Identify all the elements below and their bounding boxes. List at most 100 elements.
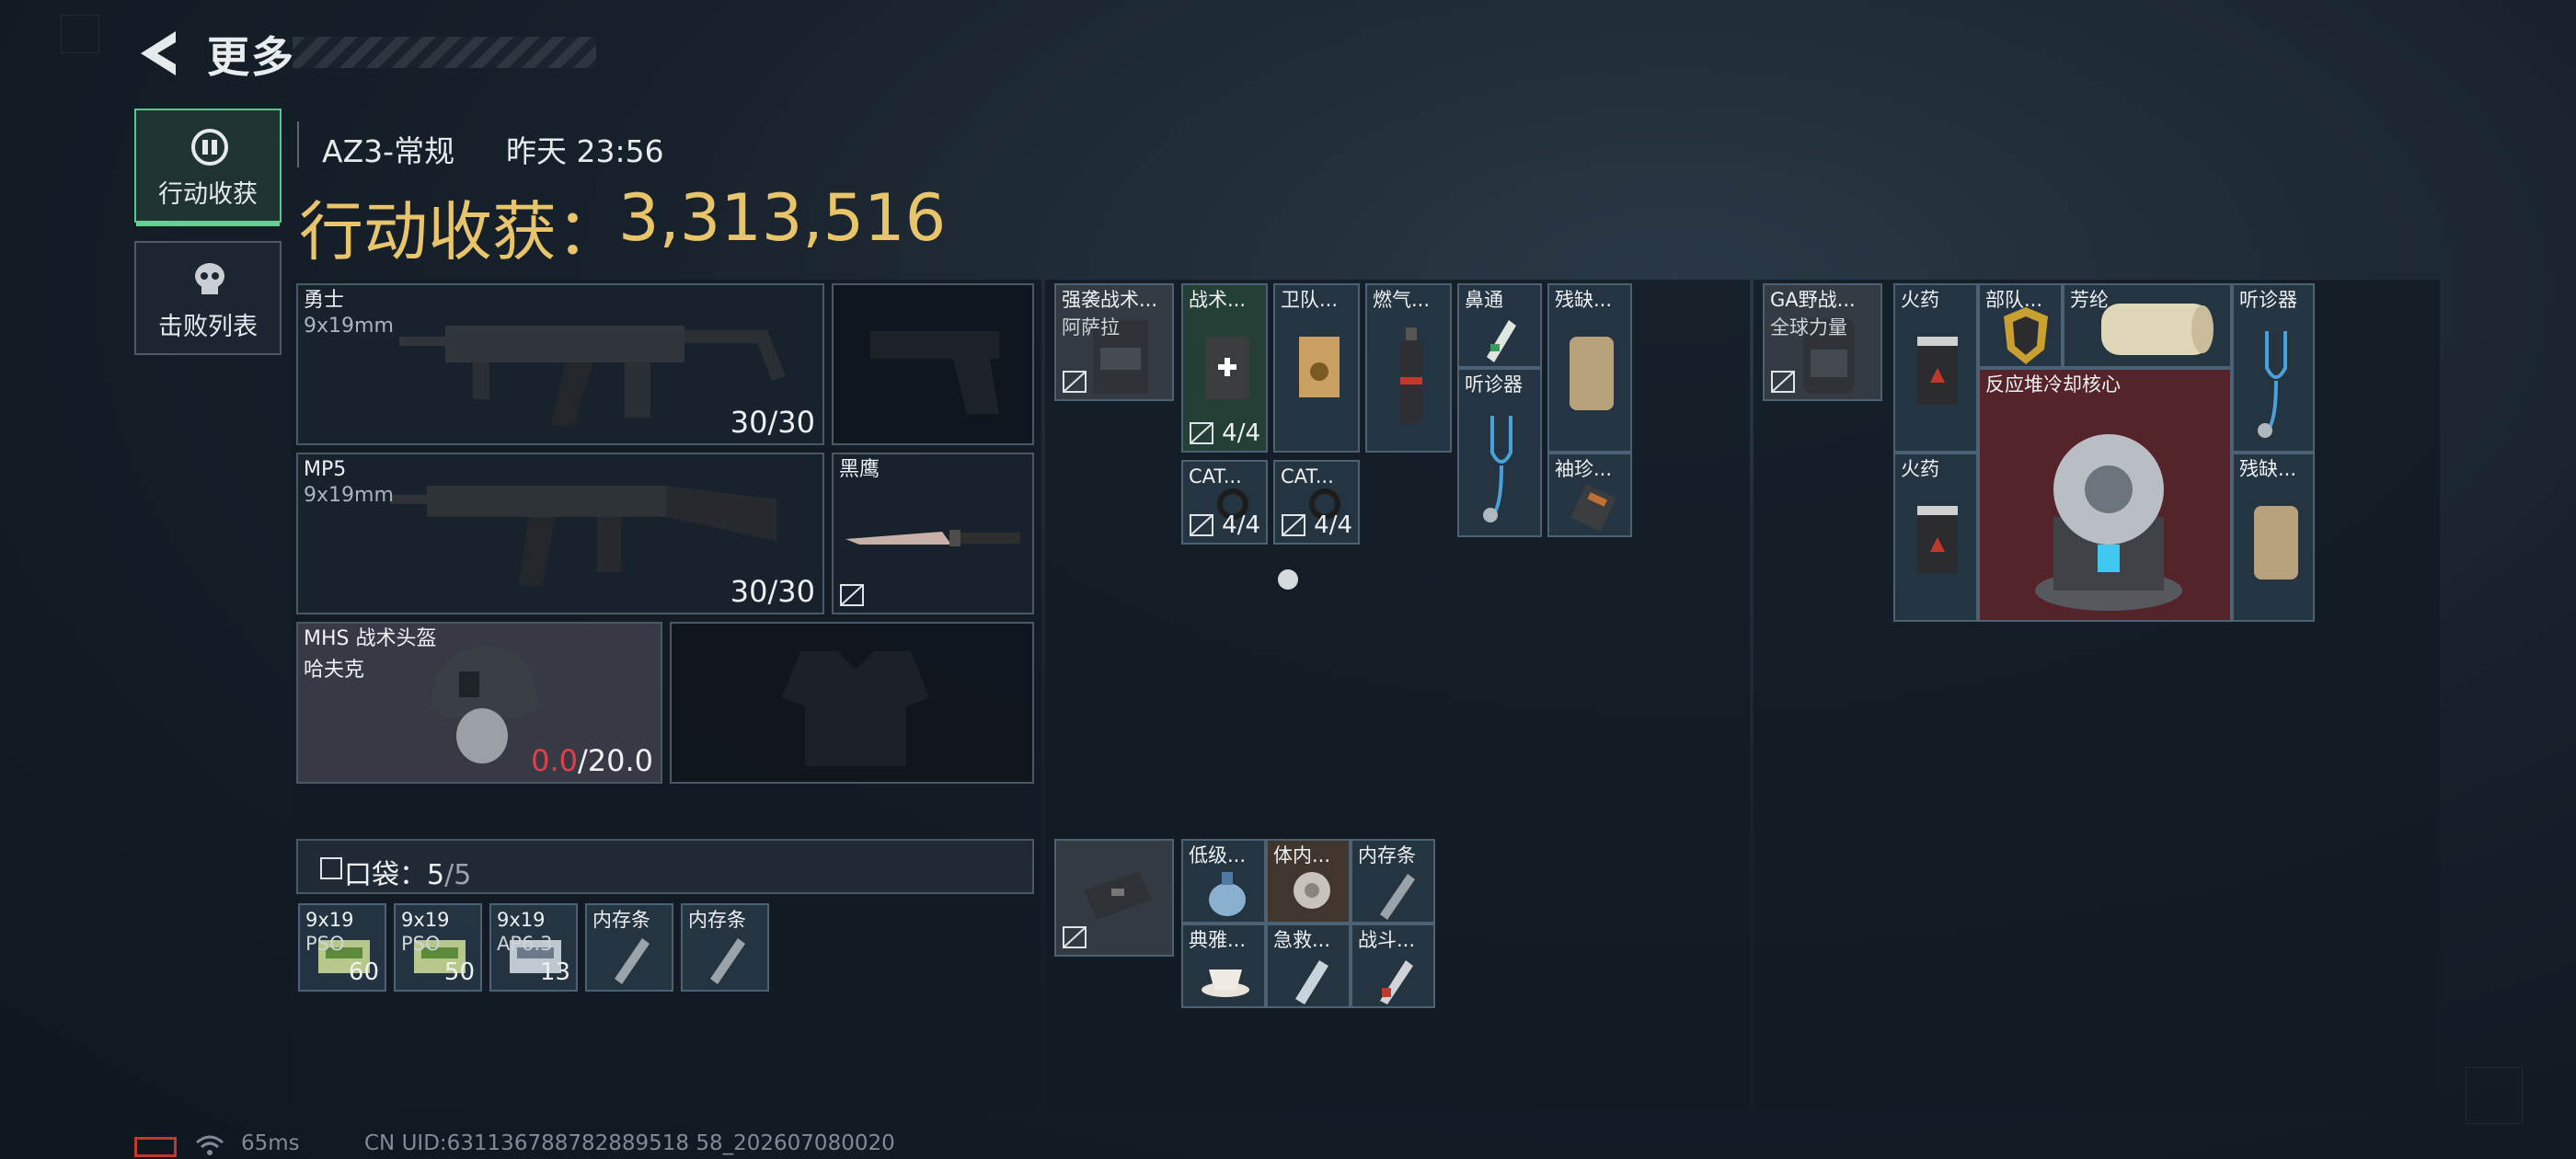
melee-slot[interactable]: 黑鹰 xyxy=(832,453,1034,614)
item-name: 听诊器 xyxy=(1465,373,1523,396)
stethoscope-icon xyxy=(2258,331,2287,438)
chest-rig-item[interactable]: 战术... 4/4 xyxy=(1181,283,1268,453)
chest-rig-item[interactable]: 燃气... xyxy=(1365,283,1452,453)
helmet-icon xyxy=(431,646,537,763)
aramid-roll-icon xyxy=(2101,304,2214,355)
stethoscope-icon xyxy=(1483,416,1512,522)
pocket-item-count: 13 xyxy=(539,958,570,986)
item-name: 鼻通 xyxy=(1465,289,1503,311)
pocket-device-icon xyxy=(1570,484,1616,532)
item-name: 部队... xyxy=(1985,289,2043,311)
backpack-sub: 全球力量 xyxy=(1770,316,1847,339)
map-mode-label: AZ3-常规 xyxy=(322,133,455,169)
chest-rig-item[interactable]: 听诊器 xyxy=(1457,368,1542,537)
backpack-item-legendary[interactable]: 反应堆冷却核心 xyxy=(1978,368,2232,622)
insured-icon xyxy=(1190,422,1213,444)
item-name: 袖珍... xyxy=(1555,458,1613,480)
tab-loot-label: 行动收获 xyxy=(158,180,258,209)
chest-rig-item[interactable]: 残缺... xyxy=(1547,283,1632,453)
safe-box-item[interactable]: 体内... xyxy=(1266,839,1351,924)
safe-box-item[interactable]: 急救... xyxy=(1266,924,1351,1008)
insured-icon xyxy=(1282,514,1305,536)
helmet-durability: 0.0/20.0 xyxy=(531,743,653,778)
medkit-icon xyxy=(1205,337,1249,399)
chest-rig-item[interactable]: CAT... 4/4 xyxy=(1181,460,1268,545)
water-bottle-icon xyxy=(1209,872,1246,916)
backpack-item[interactable]: 火药 xyxy=(1893,283,1978,453)
safe-box-item[interactable]: 战斗... xyxy=(1351,924,1435,1008)
pocket-item[interactable]: 9x19 PSO 50 xyxy=(394,903,482,992)
pocket-item-name: 9x19 xyxy=(305,909,354,931)
pocket-item-sub: AP6.3 xyxy=(497,933,553,955)
item-name: 听诊器 xyxy=(2239,289,2297,311)
injector-icon xyxy=(1380,960,1413,1004)
tab-kills-label: 击败列表 xyxy=(158,313,258,341)
item-name: 火药 xyxy=(1901,289,1939,311)
item-name: 燃气... xyxy=(1373,289,1431,311)
pocket-item[interactable]: 内存条 xyxy=(585,903,673,992)
pocket-item[interactable]: 9x19 PSO 60 xyxy=(298,903,386,992)
insured-icon xyxy=(1771,371,1795,393)
ping-value: 65ms xyxy=(241,1131,300,1155)
loot-icon xyxy=(191,129,228,166)
earnings-value: 3,313,516 xyxy=(618,180,947,256)
chest-rig-item[interactable]: 卫队... xyxy=(1273,283,1360,453)
teacup-icon xyxy=(1202,970,1249,997)
tab-loot[interactable]: 行动收获 xyxy=(134,109,282,226)
first-aid-icon xyxy=(1295,960,1328,1004)
durability-current: 0.0 xyxy=(531,743,578,778)
memory-stick-icon xyxy=(615,938,650,984)
secondary-weapon-ammo: 30/30 xyxy=(730,574,815,609)
pocket-item-name: 内存条 xyxy=(688,909,746,931)
pocket-used: 5 xyxy=(427,859,445,891)
pocket-item[interactable]: 9x19 AP6.3 13 xyxy=(489,903,578,992)
cursor-indicator xyxy=(1278,569,1298,590)
armor-slot[interactable] xyxy=(670,622,1034,784)
secondary-weapon-caliber: 9x19mm xyxy=(304,484,394,507)
item-name: CAT... xyxy=(1281,465,1334,488)
chest-rig-name: 强袭战术... xyxy=(1062,289,1158,311)
chest-rig-item[interactable]: 袖珍... xyxy=(1547,453,1632,537)
item-name: 典雅... xyxy=(1189,929,1247,951)
memory-stick-icon xyxy=(710,938,745,984)
chest-rig-item[interactable]: CAT... 4/4 xyxy=(1273,460,1360,545)
backpack-item[interactable]: 残缺... xyxy=(2232,453,2315,622)
backpack-item[interactable]: 听诊器 xyxy=(2232,283,2315,453)
backpack-item[interactable]: 火药 xyxy=(1893,453,1978,622)
safe-box-slot[interactable] xyxy=(1054,839,1174,957)
pocket-item[interactable]: 内存条 xyxy=(681,903,769,992)
backpack-item[interactable]: 芳纶 xyxy=(2063,283,2232,368)
badge-icon xyxy=(2004,307,2048,364)
safe-box-item[interactable]: 低级... xyxy=(1181,839,1266,924)
earnings-label: 行动收获： xyxy=(299,194,621,270)
safe-box-item[interactable]: 典雅... xyxy=(1181,924,1266,1008)
implant-icon xyxy=(1294,872,1330,909)
pistol-slot[interactable] xyxy=(832,283,1034,445)
pocket-item-count: 60 xyxy=(348,958,379,986)
chest-rig-item[interactable]: 鼻通 xyxy=(1457,283,1542,368)
pocket-icon xyxy=(320,857,342,879)
back-button[interactable] xyxy=(133,26,189,81)
wifi-icon xyxy=(196,1135,224,1155)
battery-icon xyxy=(134,1137,177,1157)
pocket-item-sub: PSO xyxy=(401,933,441,955)
pocket-item-sub: PSO xyxy=(305,933,345,955)
backpack-slot[interactable]: GA野战... 全球力量 xyxy=(1763,283,1882,401)
tab-kills[interactable]: 击败列表 xyxy=(134,241,282,355)
item-name: 战斗... xyxy=(1358,929,1416,951)
item-name: 反应堆冷却核心 xyxy=(1985,373,2121,396)
item-count: 4/4 xyxy=(1222,511,1260,539)
nasal-spray-icon xyxy=(1487,320,1516,362)
item-name: 内存条 xyxy=(1358,844,1416,866)
safe-box-item[interactable]: 内存条 xyxy=(1351,839,1435,924)
helmet-slot[interactable]: MHS 战术头盔 哈夫克 0.0/20.0 xyxy=(296,622,662,784)
primary-weapon-name: 勇士 xyxy=(304,289,345,312)
melee-name: 黑鹰 xyxy=(839,458,880,481)
primary-weapon-slot[interactable]: 勇士 9x19mm 30/30 xyxy=(296,283,824,445)
chest-rig-slot[interactable]: 强袭战术... 阿萨拉 xyxy=(1054,283,1174,401)
memory-stick-icon xyxy=(1380,874,1415,920)
user-uid: CN UID:631136788782889518 58_20260708002… xyxy=(364,1131,895,1155)
backpack-item[interactable]: 部队... xyxy=(1978,283,2063,368)
pocket-item-name: 9x19 xyxy=(401,909,450,931)
secondary-weapon-slot[interactable]: MP5 9x19mm 30/30 xyxy=(296,453,824,614)
